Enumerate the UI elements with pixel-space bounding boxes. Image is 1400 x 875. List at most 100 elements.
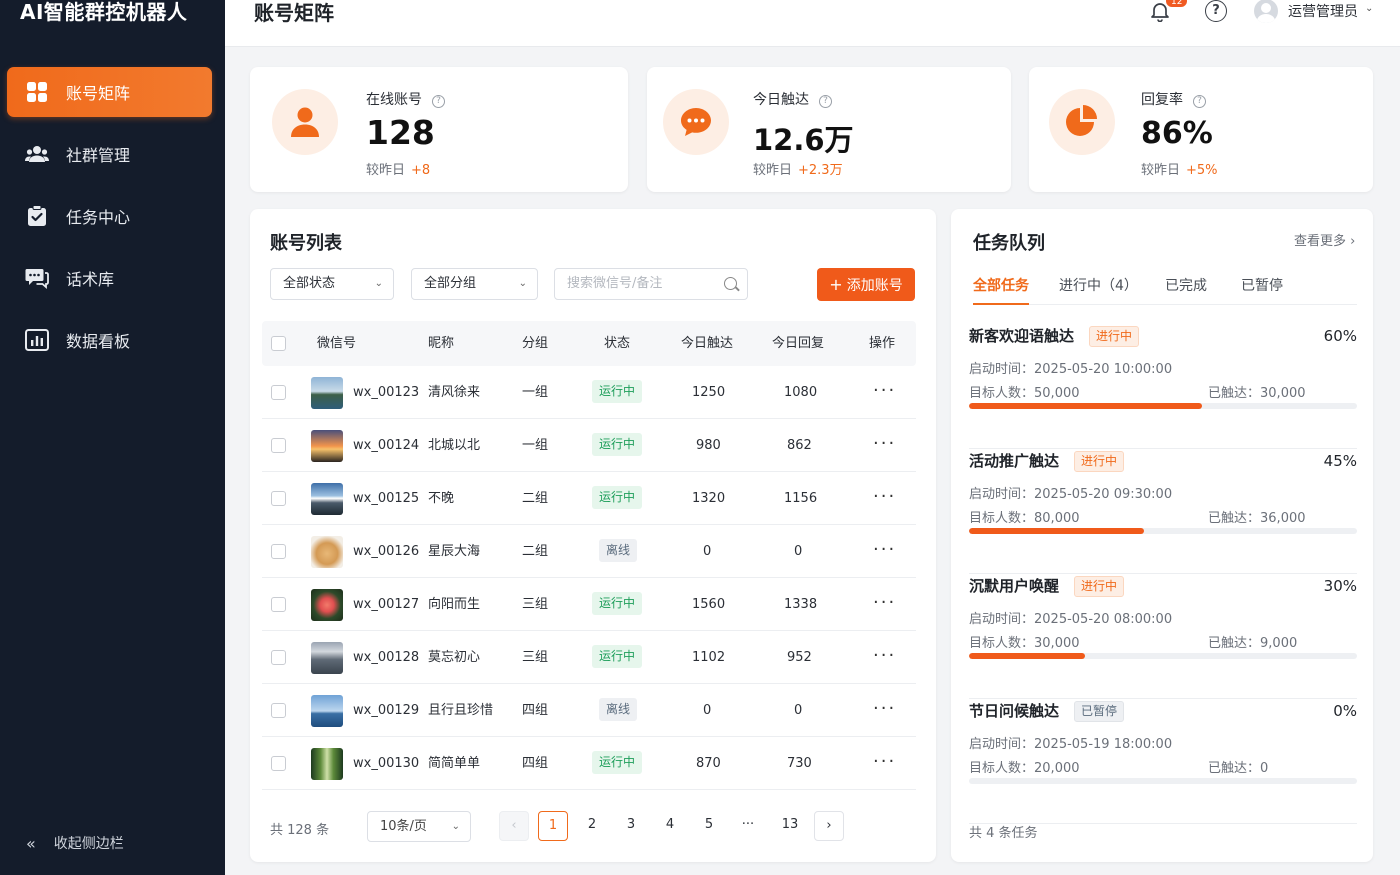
status-badge: 运行中 — [592, 486, 643, 509]
more-actions-icon[interactable]: ··· — [873, 684, 896, 734]
row-checkbox[interactable] — [271, 703, 286, 718]
page-size-select[interactable]: 10条/页 ⌄ — [367, 811, 471, 842]
today-reach: 1102 — [692, 650, 726, 665]
today-reply: 1156 — [784, 491, 818, 506]
status-badge: 运行中 — [592, 592, 643, 615]
more-actions-icon[interactable]: ··· — [873, 525, 896, 575]
page-button[interactable]: 2 — [577, 811, 607, 841]
select-all-checkbox[interactable] — [271, 336, 286, 351]
task-name: 沉默用户唤醒 — [969, 577, 1060, 595]
status-filter-select[interactable]: 全部状态 ⌄ — [270, 268, 394, 300]
next-page-button[interactable]: › — [814, 811, 844, 841]
wechat-id: wx_00124 — [353, 438, 420, 453]
wechat-id: wx_00129 — [353, 703, 420, 718]
row-checkbox[interactable] — [271, 438, 286, 453]
task-item[interactable]: 沉默用户唤醒 进行中 30% 启动时间：2025-05-20 08:00:00 … — [969, 575, 1357, 699]
nickname: 向阳而生 — [428, 597, 481, 612]
table-row[interactable]: wx_00130 简简单单 四组 运行中 870 730 ··· — [262, 737, 916, 790]
stat-card-reply-rate: 回复率? 86% 较昨日 +5% — [1029, 67, 1373, 192]
tab-paused[interactable]: 已暂停 — [1241, 275, 1283, 295]
section-title: 任务队列 — [973, 233, 1045, 254]
tab-completed[interactable]: 已完成 — [1165, 275, 1207, 295]
pagination-ellipsis[interactable]: ··· — [733, 811, 763, 841]
task-percent: 0% — [1333, 702, 1357, 720]
today-reach: 1250 — [692, 385, 726, 400]
tab-in-progress[interactable]: 进行中（4） — [1059, 275, 1138, 295]
page-button[interactable]: 5 — [694, 811, 724, 841]
search-input[interactable]: 搜索微信号/备注 — [554, 268, 748, 300]
account-avatar — [311, 748, 343, 780]
page-button[interactable]: 1 — [538, 811, 568, 841]
row-checkbox[interactable] — [271, 385, 286, 400]
more-actions-icon[interactable]: ··· — [873, 578, 896, 628]
group: 三组 — [522, 597, 549, 612]
table-row[interactable]: wx_00128 莫忘初心 三组 运行中 1102 952 ··· — [262, 631, 916, 684]
table-row[interactable]: wx_00129 且行且珍惜 四组 离线 0 0 ··· — [262, 684, 916, 737]
table-row[interactable]: wx_00124 北城以北 一组 运行中 980 862 ··· — [262, 419, 916, 472]
add-account-button[interactable]: + 添加账号 — [817, 268, 915, 301]
sidebar-item-dashboard[interactable]: 数据看板 — [7, 315, 212, 365]
today-reply: 730 — [787, 756, 812, 771]
view-more-link[interactable]: 查看更多 › — [1294, 230, 1355, 249]
table-row[interactable]: wx_00125 不晚 二组 运行中 1320 1156 ··· — [262, 472, 916, 525]
collapse-sidebar-button[interactable]: « 收起侧边栏 — [26, 833, 124, 853]
task-target: 目标人数：20,000 — [969, 761, 1080, 776]
task-reached: 已触达：0 — [1208, 761, 1269, 776]
table-row[interactable]: wx_00127 向阳而生 三组 运行中 1560 1338 ··· — [262, 578, 916, 631]
account-avatar — [311, 430, 343, 462]
row-checkbox[interactable] — [271, 756, 286, 771]
more-actions-icon[interactable]: ··· — [873, 737, 896, 787]
sidebar-item-account-matrix[interactable]: 账号矩阵 — [7, 67, 212, 117]
today-reach: 1560 — [692, 597, 726, 612]
column-header: 微信号 — [317, 336, 357, 351]
today-reply: 1080 — [784, 385, 818, 400]
group: 二组 — [522, 544, 549, 559]
stat-compare: 较昨日 +2.3万 — [753, 163, 843, 178]
nickname: 清风徐来 — [428, 385, 481, 400]
tab-all-tasks[interactable]: 全部任务 — [973, 275, 1029, 295]
sidebar-item-script-library[interactable]: 话术库 — [7, 253, 212, 303]
table-row[interactable]: wx_00126 星辰大海 二组 离线 0 0 ··· — [262, 525, 916, 578]
help-icon[interactable]: ? — [1205, 0, 1227, 22]
wechat-id: wx_00125 — [353, 491, 420, 506]
stat-compare: 较昨日 +5% — [1141, 163, 1218, 178]
nickname: 莫忘初心 — [428, 650, 481, 665]
prev-page-button[interactable]: ‹ — [499, 811, 529, 841]
page-button[interactable]: 13 — [775, 811, 805, 841]
user-icon — [272, 89, 338, 155]
row-checkbox[interactable] — [271, 650, 286, 665]
sidebar-item-task-center[interactable]: 任务中心 — [7, 191, 212, 241]
more-actions-icon[interactable]: ··· — [873, 366, 896, 416]
status-badge: 运行中 — [592, 433, 643, 456]
more-actions-icon[interactable]: ··· — [873, 631, 896, 681]
wechat-id: wx_00128 — [353, 650, 420, 665]
group-filter-select[interactable]: 全部分组 ⌄ — [411, 268, 538, 300]
user-name[interactable]: 运营管理员 — [1288, 1, 1358, 21]
chat-icon — [663, 89, 729, 155]
nickname: 不晚 — [428, 491, 455, 506]
chevron-down-icon[interactable]: ⌄ — [1365, 3, 1373, 14]
column-header: 分组 — [522, 336, 549, 351]
top-header: 账号矩阵 12 ? 运营管理员 ⌄ — [225, 0, 1400, 47]
nickname: 且行且珍惜 — [428, 703, 494, 718]
task-reached: 已触达：36,000 — [1208, 511, 1306, 526]
more-actions-icon[interactable]: ··· — [873, 419, 896, 469]
sidebar-item-community[interactable]: 社群管理 — [7, 129, 212, 179]
today-reply: 952 — [787, 650, 812, 665]
account-avatar — [311, 642, 343, 674]
row-checkbox[interactable] — [271, 544, 286, 559]
group: 四组 — [522, 703, 549, 718]
row-checkbox[interactable] — [271, 597, 286, 612]
table-row[interactable]: wx_00123 清风徐来 一组 运行中 1250 1080 ··· — [262, 366, 916, 419]
page-title: 账号矩阵 — [254, 1, 334, 25]
row-checkbox[interactable] — [271, 491, 286, 506]
more-actions-icon[interactable]: ··· — [873, 472, 896, 522]
avatar[interactable] — [1254, 0, 1278, 23]
stat-value: 86% — [1141, 116, 1213, 151]
task-item[interactable]: 活动推广触达 进行中 45% 启动时间：2025-05-20 09:30:00 … — [969, 450, 1357, 574]
task-item[interactable]: 新客欢迎语触达 进行中 60% 启动时间：2025-05-20 10:00:00… — [969, 325, 1357, 449]
task-item[interactable]: 节日问候触达 已暂停 0% 启动时间：2025-05-19 18:00:00 目… — [969, 700, 1357, 824]
page-button[interactable]: 3 — [616, 811, 646, 841]
page-button[interactable]: 4 — [655, 811, 685, 841]
task-start-time: 启动时间：2025-05-20 10:00:00 — [969, 362, 1173, 377]
